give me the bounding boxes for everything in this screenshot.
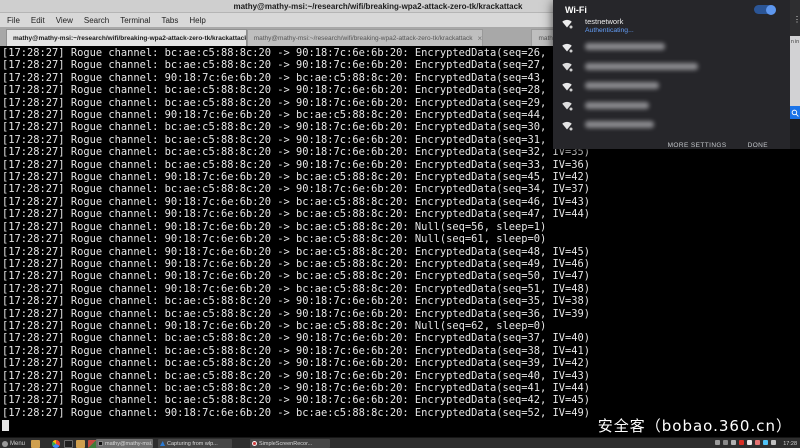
- task-button-label: Capturing from wlp...: [167, 440, 218, 447]
- menubar-item-view[interactable]: View: [56, 16, 73, 25]
- overflow-menu-icon[interactable]: ⋮: [793, 15, 800, 24]
- signin-button-fragment[interactable]: n in: [790, 36, 800, 45]
- background-app-edge: n in ⋮: [790, 0, 800, 149]
- network-item-redacted[interactable]: [553, 76, 790, 96]
- wifi-panel: Wi-Fi testnetwork Authenticating... MORE…: [553, 0, 790, 149]
- wifi-signal-icon: [562, 121, 573, 131]
- menubar-item-terminal[interactable]: Terminal: [120, 16, 150, 25]
- terminal-line: [17:28:27] Rogue channel: bc:ae:c5:88:8c…: [2, 158, 591, 171]
- files-launcher-icon[interactable]: [31, 439, 40, 448]
- wifi-signal-icon: [562, 102, 573, 111]
- network-name: testnetwork: [585, 17, 624, 26]
- watermark: 安全客（bobao.360.cn）: [597, 417, 792, 435]
- wifi-panel-header: Wi-Fi: [553, 0, 790, 15]
- background-app-toolbar: n in: [790, 36, 800, 106]
- done-button[interactable]: DONE: [748, 142, 768, 149]
- taskbar-clock: 17:28: [783, 440, 797, 447]
- wifi-signal-icon: [562, 82, 573, 92]
- tab-close-icon[interactable]: ×: [478, 34, 483, 43]
- tray-record-icon[interactable]: [739, 440, 744, 445]
- tab-inactive[interactable]: mathy@mathy-msi:~/research/wifi/breaking…: [246, 29, 484, 46]
- wifi-toggle-knob: [766, 4, 776, 15]
- search-button[interactable]: [790, 106, 800, 119]
- tray-network-icon[interactable]: [731, 440, 736, 445]
- redacted-network-name: [585, 121, 654, 129]
- terminal-line: [17:28:27] Rogue channel: bc:ae:c5:88:8c…: [2, 394, 591, 407]
- tray-volume-icon[interactable]: [715, 440, 720, 445]
- terminal-launcher-icon[interactable]: [64, 439, 73, 448]
- taskbar: Menu mathy@mathy-msi... Capturing from w…: [0, 437, 800, 448]
- tray-wifi-icon[interactable]: [763, 440, 768, 445]
- terminal-line: [17:28:27] Rogue channel: 90:18:7c:6e:6b…: [2, 220, 547, 233]
- menu-button-label: Menu: [10, 440, 26, 447]
- wifi-toggle[interactable]: [754, 4, 776, 15]
- network-item-redacted[interactable]: [553, 96, 790, 116]
- terminal-line: [17:28:27] Rogue channel: 90:18:7c:6e:6b…: [2, 233, 547, 246]
- wireshark-icon: [160, 441, 165, 446]
- folder-launcher-icon[interactable]: [76, 439, 85, 448]
- menubar-item-file[interactable]: File: [7, 16, 20, 25]
- wifi-panel-footer: MORE SETTINGS DONE: [553, 142, 790, 149]
- task-button-label: SimpleScreenRecor...: [259, 440, 313, 447]
- terminal-line: [17:28:27] Rogue channel: bc:ae:c5:88:8c…: [2, 357, 591, 370]
- terminal-line: [17:28:27] Rogue channel: bc:ae:c5:88:8c…: [2, 381, 591, 394]
- menubar-item-edit[interactable]: Edit: [31, 16, 45, 25]
- menubar-item-tabs[interactable]: Tabs: [161, 16, 178, 25]
- tray-battery-icon[interactable]: [747, 440, 752, 445]
- terminal-line: [17:28:27] Rogue channel: bc:ae:c5:88:8c…: [2, 332, 591, 345]
- wifi-signal-icon: [562, 43, 573, 53]
- task-button-wireshark[interactable]: Capturing from wlp...: [158, 439, 232, 448]
- terminal-line: [17:28:27] Rogue channel: 90:18:7c:6e:6b…: [2, 282, 591, 295]
- tray-update-icon[interactable]: [755, 440, 760, 445]
- redacted-network-name: [585, 43, 665, 51]
- terminal-line: [17:28:27] Rogue channel: 90:18:7c:6e:6b…: [2, 245, 591, 258]
- wifi-signal-icon: [562, 63, 573, 72]
- network-item-testnetwork[interactable]: testnetwork Authenticating...: [553, 15, 790, 37]
- redacted-network-name: [585, 62, 698, 70]
- redacted-network-name: [585, 101, 649, 109]
- browser-launcher-icon[interactable]: [52, 439, 60, 448]
- terminal-line: [17:28:27] Rogue channel: 90:18:7c:6e:6b…: [2, 257, 591, 270]
- task-button-screenrecorder[interactable]: SimpleScreenRecor...: [250, 439, 330, 448]
- search-icon: [791, 109, 799, 117]
- terminal-line: [17:28:27] Rogue channel: bc:ae:c5:88:8c…: [2, 307, 591, 320]
- desktop: mathy@mathy-msi:~/research/wifi/breaking…: [0, 0, 800, 448]
- terminal-line: [17:28:27] Rogue channel: 90:18:7c:6e:6b…: [2, 208, 591, 221]
- task-button-label: mathy@mathy-msi...: [105, 440, 153, 447]
- task-button-terminal[interactable]: mathy@mathy-msi...: [96, 439, 153, 448]
- menu-button[interactable]: Menu: [2, 439, 25, 448]
- terminal-line: [17:28:27] Rogue channel: bc:ae:c5:88:8c…: [2, 295, 591, 308]
- terminal-cursor: [2, 420, 9, 431]
- screen-recorder-icon: [252, 441, 257, 446]
- network-status: Authenticating...: [585, 27, 634, 34]
- terminal-line: [17:28:27] Rogue channel: bc:ae:c5:88:8c…: [2, 183, 591, 196]
- terminal-line: [17:28:27] Rogue channel: bc:ae:c5:88:8c…: [2, 369, 591, 382]
- wifi-panel-title: Wi-Fi: [565, 4, 587, 15]
- tray-bluetooth-icon[interactable]: [723, 440, 728, 445]
- tab-label: mathy@mathy-msi:~/research/wifi/breaking…: [253, 34, 473, 42]
- network-item-redacted[interactable]: [553, 115, 790, 135]
- terminal-line: [17:28:27] Rogue channel: 90:18:7c:6e:6b…: [2, 319, 547, 332]
- more-settings-button[interactable]: MORE SETTINGS: [668, 142, 727, 149]
- tab-label: mathy@mathy-msi:~/research/wifi/breaking…: [13, 34, 247, 42]
- tray-user-icon[interactable]: [771, 440, 776, 445]
- terminal-line: [17:28:27] Rogue channel: 90:18:7c:6e:6b…: [2, 195, 591, 208]
- menu-logo-icon: [2, 440, 8, 447]
- menubar-item-search[interactable]: Search: [84, 16, 109, 25]
- terminal-line: [17:28:27] Rogue channel: 90:18:7c:6e:6b…: [2, 171, 591, 184]
- terminal-line: [17:28:27] Rogue channel: bc:ae:c5:88:8c…: [2, 344, 591, 357]
- system-tray: [715, 440, 776, 445]
- menubar-item-help[interactable]: Help: [189, 16, 205, 25]
- network-item-redacted[interactable]: [553, 57, 790, 77]
- tab-active[interactable]: mathy@mathy-msi:~/research/wifi/breaking…: [6, 29, 247, 46]
- terminal-icon: [98, 441, 103, 446]
- background-app-content: [790, 119, 800, 149]
- network-item-redacted[interactable]: [553, 37, 790, 57]
- window-title: mathy@mathy-msi:~/research/wifi/breaking…: [233, 1, 523, 11]
- terminal-line: [17:28:27] Rogue channel: 90:18:7c:6e:6b…: [2, 270, 591, 283]
- redacted-network-name: [585, 82, 659, 90]
- wifi-signal-icon: [562, 19, 573, 29]
